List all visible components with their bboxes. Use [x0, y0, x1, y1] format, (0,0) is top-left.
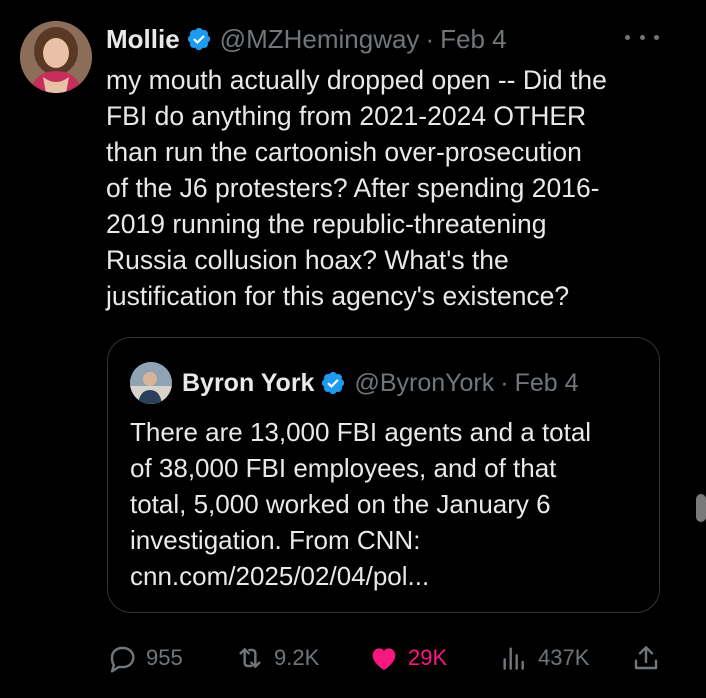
author-name[interactable]: Mollie [106, 24, 180, 55]
tweet-text: my mouth actually dropped open -- Did th… [106, 65, 607, 311]
quoted-tweet-header: Byron York @ByronYork · Feb 4 [130, 362, 579, 404]
quoted-header-separator: · [500, 368, 509, 397]
share-icon [634, 646, 658, 670]
views-count: 437K [538, 645, 590, 670]
quoted-tweet-date: Feb 4 [514, 368, 579, 397]
header-separator: · [425, 23, 435, 54]
views-button[interactable]: 437K [498, 638, 589, 678]
like-button[interactable]: 29K [368, 638, 447, 678]
like-count: 29K [408, 645, 448, 670]
quoted-author-avatar [130, 362, 172, 404]
author-avatar-image [20, 21, 92, 93]
author-handle[interactable]: @MZHemingway [220, 24, 420, 55]
quoted-author-name: Byron York [182, 368, 315, 397]
repost-button[interactable]: 9.2K [234, 638, 319, 678]
reply-button[interactable]: 955 [106, 638, 183, 678]
more-options-icon[interactable] [625, 27, 659, 47]
views-chart-icon [503, 647, 524, 670]
share-button[interactable] [630, 638, 662, 678]
heart-icon [372, 648, 396, 670]
quoted-verified-badge-icon [320, 370, 346, 396]
scrollbar-thumb[interactable] [696, 494, 706, 522]
quoted-author-avatar-image [130, 362, 172, 404]
action-bar: 955 9.2K 29K 437K [106, 638, 666, 678]
verified-badge-icon [186, 26, 212, 52]
quoted-tweet-text: There are 13,000 FBI agents and a total … [130, 417, 592, 591]
repost-icon [239, 648, 261, 668]
tweet-header: Mollie @MZHemingway · Feb 4 [106, 22, 507, 56]
quoted-author-handle: @ByronYork [354, 368, 495, 397]
tweet-date[interactable]: Feb 4 [440, 24, 507, 55]
quoted-tweet[interactable]: Byron York @ByronYork · Feb 4 There are … [107, 337, 660, 613]
author-avatar[interactable] [20, 21, 92, 93]
reply-count: 955 [146, 645, 183, 670]
tweet[interactable]: Mollie @MZHemingway · Feb 4 my mouth act… [0, 0, 690, 698]
reply-icon [110, 646, 135, 673]
repost-count: 9.2K [274, 645, 320, 670]
